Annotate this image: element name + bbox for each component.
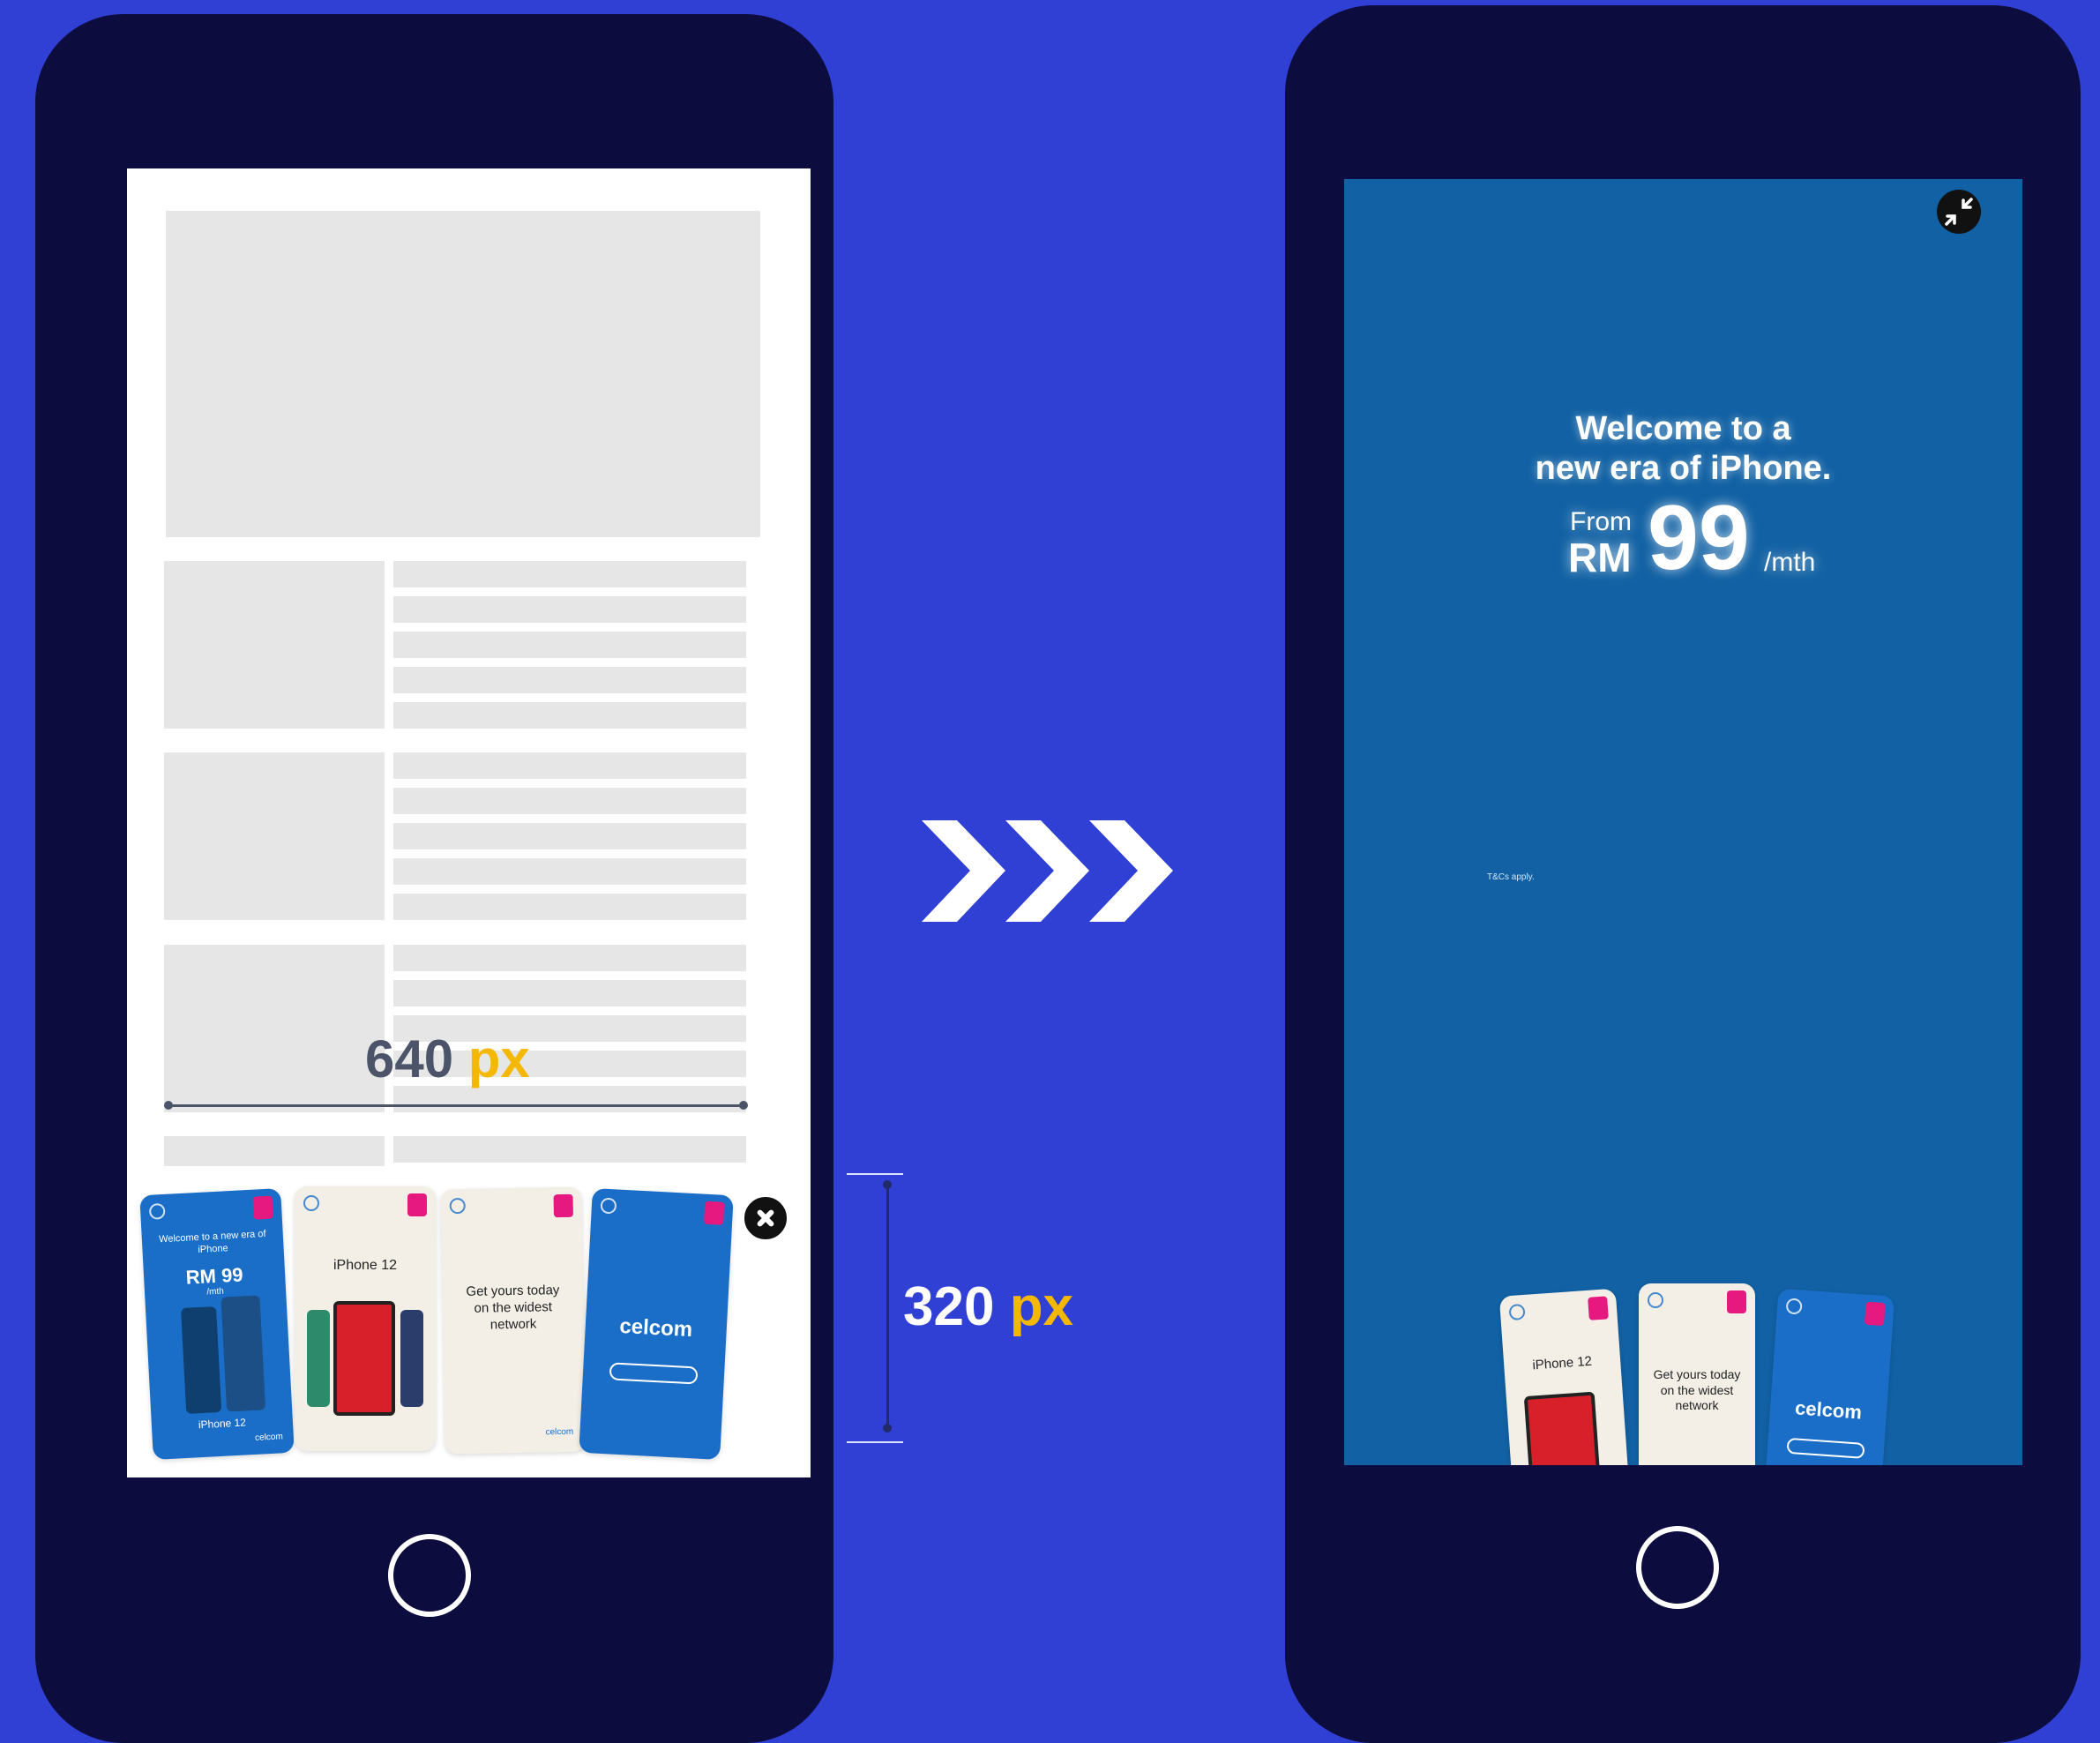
carousel-banner-ad[interactable]: Welcome to a new era of iPhone RM 99 /mt… bbox=[127, 1167, 811, 1477]
width-measure-dot bbox=[739, 1101, 748, 1110]
height-measure-unit: px bbox=[1009, 1276, 1074, 1337]
width-measure-line bbox=[168, 1104, 743, 1107]
card-cta-button[interactable] bbox=[609, 1362, 699, 1385]
hero-image-placeholder bbox=[166, 211, 760, 537]
card-brand: celcom bbox=[545, 1426, 574, 1438]
article-line bbox=[393, 858, 746, 885]
chevron-right-icon bbox=[922, 820, 1173, 922]
iphone-product-image bbox=[1523, 1391, 1600, 1465]
network-logo-icon bbox=[303, 1195, 319, 1211]
article-line bbox=[393, 702, 746, 729]
width-measure-label: 640 px bbox=[365, 1029, 530, 1090]
card-headline: Welcome to a new era of iPhone bbox=[158, 1228, 266, 1255]
card-headline: Get yours today on the widest network bbox=[466, 1283, 560, 1332]
price-currency: RM bbox=[1568, 535, 1632, 580]
iphone-product-image bbox=[181, 1306, 222, 1414]
promo-badge-icon bbox=[1727, 1290, 1746, 1313]
article-line bbox=[393, 823, 746, 849]
width-measure-unit: px bbox=[467, 1029, 530, 1088]
ad-card[interactable]: celcom bbox=[1763, 1288, 1895, 1465]
height-measure-top-tick bbox=[847, 1173, 903, 1175]
banner-card[interactable]: iPhone 12 bbox=[295, 1186, 436, 1451]
height-measure-label: 320 px bbox=[903, 1276, 1073, 1338]
phone-mockup-collapsed: 640 px Welcome to a new era of iPhone RM… bbox=[35, 14, 833, 1743]
price-prefix: From bbox=[1570, 507, 1632, 536]
banner-card[interactable]: Welcome to a new era of iPhone RM 99 /mt… bbox=[139, 1188, 295, 1460]
card-product: iPhone 12 bbox=[333, 1258, 398, 1273]
height-measure-line bbox=[886, 1184, 889, 1431]
webpage-screen: 640 px Welcome to a new era of iPhone RM… bbox=[127, 168, 811, 1477]
network-logo-icon bbox=[1508, 1303, 1526, 1321]
card-product: iPhone 12 bbox=[198, 1416, 247, 1432]
card-brand: celcom bbox=[254, 1432, 284, 1443]
banner-card[interactable]: celcom bbox=[579, 1188, 734, 1460]
promo-badge-icon bbox=[1588, 1296, 1609, 1320]
article-line bbox=[393, 561, 746, 587]
ad-card[interactable]: Get yours today on the widest network bbox=[1639, 1283, 1755, 1465]
height-measure-number: 320 bbox=[903, 1276, 995, 1337]
card-brand: celcom bbox=[618, 1313, 693, 1343]
article-line bbox=[393, 596, 746, 623]
width-measure-number: 640 bbox=[365, 1029, 454, 1088]
article-line bbox=[393, 894, 746, 920]
article-thumb bbox=[164, 752, 385, 920]
ad-headline-line1: Welcome to a bbox=[1575, 410, 1791, 447]
article-thumb bbox=[164, 561, 385, 729]
banner-card[interactable]: Get yours today on the widest network ce… bbox=[440, 1186, 587, 1455]
ad-card-headline: Get yours today on the widest network bbox=[1653, 1367, 1741, 1412]
height-measure-bottom-tick bbox=[847, 1441, 903, 1443]
promo-badge-icon bbox=[704, 1201, 725, 1225]
promo-badge-icon bbox=[553, 1193, 573, 1218]
article-line bbox=[393, 945, 746, 971]
article-line bbox=[393, 667, 746, 693]
collapse-icon[interactable] bbox=[1937, 190, 1981, 234]
article-line bbox=[393, 788, 746, 814]
article-line bbox=[393, 1136, 746, 1163]
terms-text: T&Cs apply. bbox=[1487, 872, 1535, 882]
height-measure-dot bbox=[883, 1424, 892, 1433]
article-thumb bbox=[164, 1136, 385, 1166]
iphone-product-image bbox=[220, 1295, 266, 1412]
close-icon[interactable] bbox=[741, 1193, 790, 1243]
price-unit: /mth bbox=[1764, 548, 1816, 577]
article-thumb bbox=[164, 945, 385, 1112]
width-measure-dot bbox=[164, 1101, 173, 1110]
iphone-product-image bbox=[333, 1301, 395, 1416]
phone-mockup-expanded: Welcome to a new era of iPhone. From RM … bbox=[1285, 5, 2081, 1743]
article-line bbox=[393, 980, 746, 1006]
ad-card-cta-button[interactable] bbox=[1786, 1437, 1865, 1459]
height-measure-dot bbox=[883, 1180, 892, 1189]
network-logo-icon bbox=[148, 1202, 166, 1220]
ad-card-brand: celcom bbox=[1794, 1396, 1863, 1424]
iphone-product-image bbox=[307, 1310, 330, 1407]
network-logo-icon bbox=[449, 1197, 466, 1215]
promo-badge-icon bbox=[1864, 1301, 1886, 1327]
article-line bbox=[393, 752, 746, 779]
ad-card[interactable]: iPhone 12 bbox=[1498, 1288, 1631, 1465]
home-button-icon bbox=[388, 1534, 471, 1617]
ad-card-product: iPhone 12 bbox=[1531, 1353, 1593, 1373]
network-logo-icon bbox=[1648, 1292, 1663, 1308]
network-logo-icon bbox=[600, 1197, 617, 1215]
network-logo-icon bbox=[1785, 1298, 1803, 1315]
iphone-product-image bbox=[400, 1310, 423, 1407]
promo-badge-icon bbox=[252, 1195, 273, 1220]
price-amount: 99 bbox=[1648, 487, 1750, 589]
article-line bbox=[393, 632, 746, 658]
home-button-icon bbox=[1636, 1526, 1719, 1609]
promo-badge-icon bbox=[407, 1193, 427, 1216]
collapse-arrows-icon bbox=[1945, 198, 1973, 226]
fullscreen-ad[interactable]: Welcome to a new era of iPhone. From RM … bbox=[1344, 179, 2022, 1465]
ad-headline-line2: new era of iPhone. bbox=[1535, 450, 1832, 487]
